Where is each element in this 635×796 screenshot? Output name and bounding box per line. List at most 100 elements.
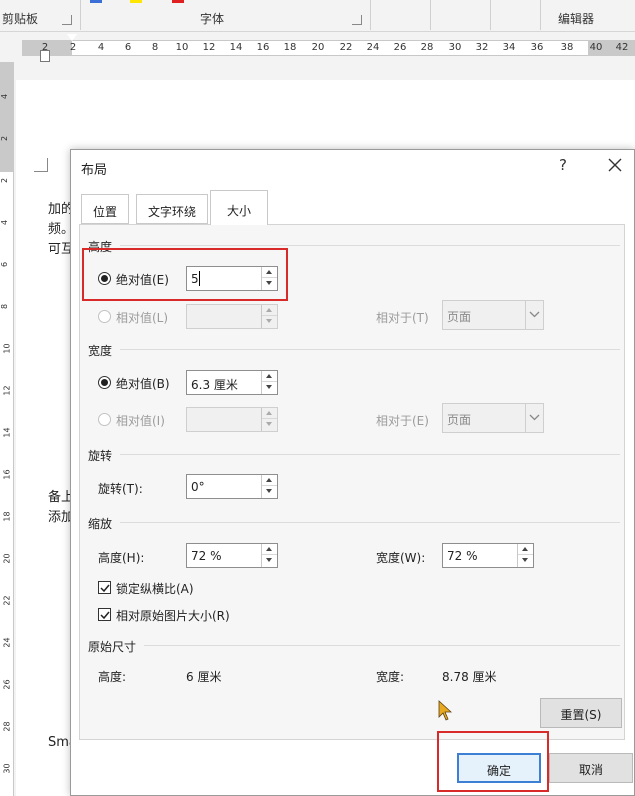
ruler-number: 12 (2, 385, 12, 396)
ruler-number: 26 (2, 679, 12, 690)
vertical-ruler[interactable]: 4 2 2 4 6 8 10 12 14 16 18 20 22 24 26 28 30 (0, 62, 14, 796)
ruler-number: 20 (311, 42, 325, 53)
ruler-number: 16 (2, 469, 12, 480)
ruler-number: 18 (2, 511, 12, 522)
spin-up-icon[interactable] (262, 305, 277, 316)
width-absolute-value: 6.3 厘米 (191, 378, 238, 392)
ribbon-separator (490, 0, 491, 30)
ribbon-group-clipboard: 剪贴板 (2, 12, 39, 26)
rotation-input[interactable]: 0° (186, 474, 278, 499)
cancel-button[interactable]: 取消 (549, 753, 633, 783)
ruler-number: 4 (97, 42, 105, 53)
margin-corner-mark (34, 158, 48, 172)
ruler-number: 12 (202, 42, 216, 53)
font-launcher-icon[interactable] (352, 15, 362, 25)
relative-original-checkbox[interactable] (98, 608, 111, 621)
rotation-label: 旋转(T): (98, 482, 143, 496)
ribbon-group-font: 字体 (200, 12, 225, 26)
ruler-number: 32 (475, 42, 489, 53)
chevron-down-icon[interactable] (525, 404, 543, 432)
ruler-number: 42 (615, 42, 629, 53)
reset-button[interactable]: 重置(S) (540, 698, 622, 728)
chevron-down-icon[interactable] (525, 301, 543, 329)
tab-text-wrapping[interactable]: 文字环绕 (136, 194, 208, 224)
dialog-title: 布局 (81, 163, 108, 178)
spin-up-icon[interactable] (262, 408, 277, 419)
ruler-number: 18 (283, 42, 297, 53)
ruler-number: 34 (502, 42, 516, 53)
height-relative-to-select[interactable]: 页面 (442, 300, 544, 330)
ruler-number: 40 (589, 42, 603, 53)
mouse-cursor-icon (438, 700, 453, 722)
ruler-number: 2 (0, 135, 10, 142)
spin-down-icon[interactable] (262, 382, 277, 393)
spin-up-icon[interactable] (262, 544, 277, 555)
clipboard-launcher-icon[interactable] (62, 15, 72, 25)
horizontal-ruler[interactable]: 2 2 4 6 8 10 12 14 16 18 20 22 24 26 28 30 32 34 36 38 40 42 (0, 32, 635, 62)
spin-up-icon[interactable] (262, 475, 277, 486)
ruler-number: 8 (151, 42, 159, 53)
ruler-number: 6 (0, 261, 10, 268)
width-relative-input[interactable] (186, 407, 278, 432)
ruler-number: 8 (0, 303, 10, 310)
color-swatch-yellow (130, 0, 142, 3)
section-scale: 缩放 (88, 517, 113, 531)
ruler-number: 22 (2, 595, 12, 606)
spin-down-icon[interactable] (262, 486, 277, 497)
ruler-number: 38 (560, 42, 574, 53)
width-absolute-input[interactable]: 6.3 厘米 (186, 370, 278, 395)
ruler-number: 26 (393, 42, 407, 53)
lock-aspect-checkbox[interactable] (98, 581, 111, 594)
vertical-ruler-margin (0, 62, 14, 172)
width-absolute-label: 绝对值(B) (116, 377, 170, 391)
ruler-number: 30 (448, 42, 462, 53)
height-relative-label: 相对值(L) (116, 311, 169, 325)
spin-down-icon[interactable] (262, 419, 277, 430)
highlight-box-height-absolute (82, 248, 288, 301)
scale-width-input[interactable]: 72 % (442, 543, 534, 568)
spin-down-icon[interactable] (262, 555, 277, 566)
width-relative-to-select[interactable]: 页面 (442, 403, 544, 433)
section-divider (120, 522, 620, 523)
tab-label: 大小 (226, 204, 251, 218)
ribbon-separator (370, 0, 371, 30)
scale-height-input[interactable]: 72 % (186, 543, 278, 568)
original-height-label: 高度: (98, 670, 127, 684)
help-icon[interactable]: ? (559, 156, 567, 174)
section-divider (144, 645, 620, 646)
tab-size[interactable]: 大小 (210, 190, 268, 225)
spin-down-icon[interactable] (262, 316, 277, 327)
close-icon[interactable] (603, 153, 627, 177)
section-rotation: 旋转 (88, 449, 113, 463)
tab-position[interactable]: 位置 (81, 194, 129, 224)
height-relative-to-label: 相对于(T) (376, 311, 429, 325)
spin-down-icon[interactable] (518, 555, 533, 566)
section-divider (120, 245, 620, 246)
first-line-indent-marker[interactable] (67, 34, 77, 41)
color-swatch-red (172, 0, 184, 3)
scale-height-value: 72 % (191, 549, 222, 563)
spin-up-icon[interactable] (262, 371, 277, 382)
ruler-number: 20 (2, 553, 12, 564)
ruler-number: 6 (124, 42, 132, 53)
ruler-number: 28 (2, 721, 12, 732)
ruler-number: 4 (0, 93, 10, 100)
height-relative-radio[interactable] (98, 310, 111, 323)
ruler-number: 14 (2, 427, 12, 438)
width-relative-to-value: 页面 (447, 413, 472, 427)
checkmark-icon (100, 611, 110, 620)
ribbon-separator (80, 0, 81, 30)
section-original-size: 原始尺寸 (88, 640, 137, 654)
ruler-number: 36 (530, 42, 544, 53)
ruler-number: 2 (0, 177, 10, 184)
width-relative-label: 相对值(I) (116, 414, 165, 428)
width-absolute-radio[interactable] (98, 376, 111, 389)
width-relative-to-label: 相对于(E) (376, 414, 429, 428)
spin-up-icon[interactable] (518, 544, 533, 555)
ribbon-group-editor: 编辑器 (558, 12, 595, 26)
color-swatch-blue (90, 0, 102, 3)
original-height-value: 6 厘米 (186, 670, 222, 684)
width-relative-radio[interactable] (98, 413, 111, 426)
ruler-number: 14 (229, 42, 243, 53)
height-relative-input[interactable] (186, 304, 278, 329)
